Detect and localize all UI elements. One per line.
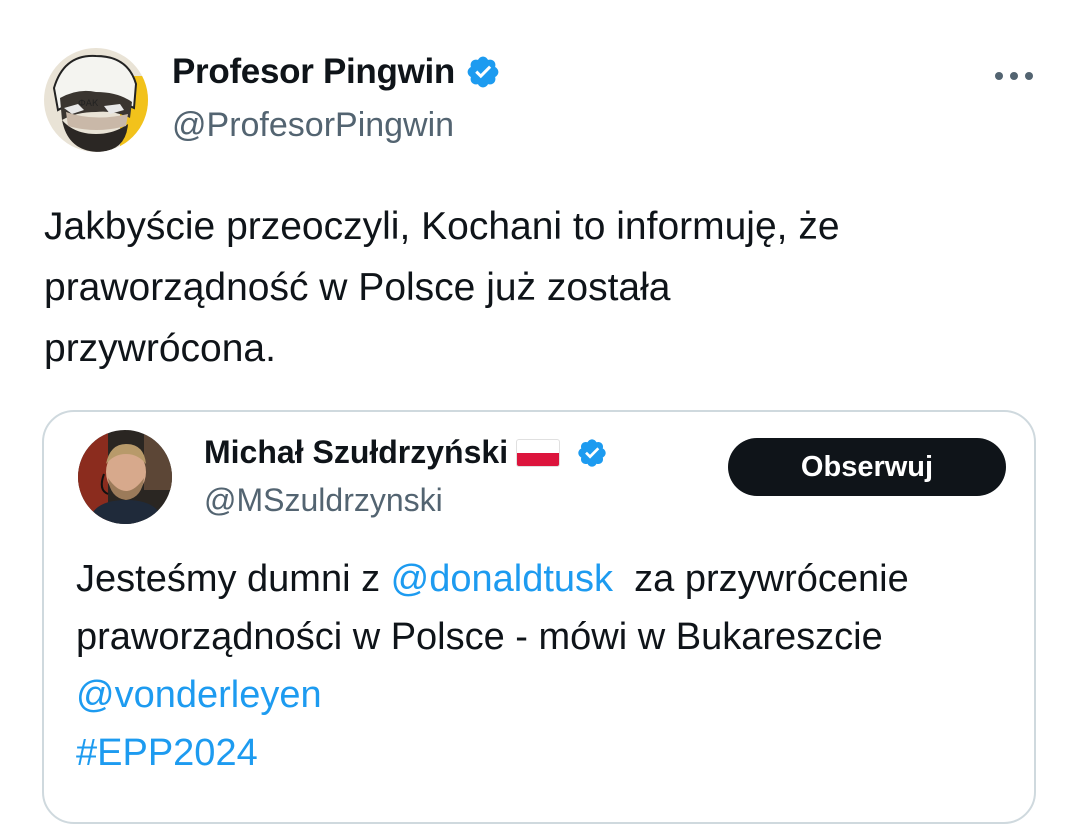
- person-avatar-icon: [78, 430, 172, 524]
- author-name[interactable]: Profesor Pingwin: [172, 52, 501, 92]
- more-options-button[interactable]: [988, 58, 1040, 94]
- follow-button[interactable]: Obserwuj: [728, 438, 1006, 496]
- tweet: ФАК Profesor Pingwin @ProfesorPingwin Ja…: [0, 0, 1080, 836]
- quoted-author-name[interactable]: Michał Szułdrzyński: [204, 434, 608, 471]
- verified-badge-icon: [578, 438, 606, 467]
- cartoon-avatar-icon: ФАК: [44, 48, 148, 152]
- svg-text:ФАК: ФАК: [78, 99, 99, 109]
- tweet-text: Jakbyście przeoczyli, Kochani to informu…: [44, 205, 840, 370]
- more-options-icon: [995, 72, 1033, 80]
- quoted-tweet-text: Jesteśmy dumni z @donaldtusk za przywróc…: [76, 550, 1006, 782]
- author-name-text: Profesor Pingwin: [172, 52, 456, 91]
- quoted-author-name-text: Michał Szułdrzyński: [204, 434, 509, 470]
- verified-badge-icon: [467, 56, 499, 88]
- poland-flag-icon: [516, 438, 561, 467]
- author-handle[interactable]: @ProfesorPingwin: [172, 106, 454, 145]
- mention-link-vonderleyen[interactable]: @vonderleyen: [76, 674, 322, 716]
- hashtag-link[interactable]: #EPP2024: [76, 732, 258, 774]
- quoted-text-part1: Jesteśmy dumni z: [76, 558, 391, 600]
- quoted-author-handle[interactable]: @MSzuldrzynski: [204, 482, 443, 519]
- author-avatar[interactable]: ФАК: [44, 48, 148, 152]
- quoted-tweet-card[interactable]: Michał Szułdrzyński @MSzuldrzynski Obser…: [42, 410, 1036, 824]
- quoted-author-avatar[interactable]: [78, 430, 172, 524]
- mention-link-donaldtusk[interactable]: @donaldtusk: [391, 558, 613, 600]
